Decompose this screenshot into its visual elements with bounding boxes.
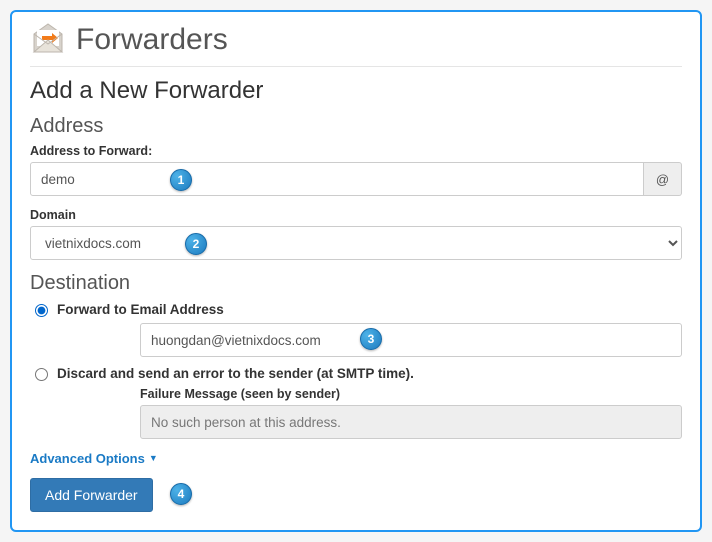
forward-email-radio[interactable]	[35, 304, 48, 317]
address-heading: Address	[30, 115, 682, 138]
advanced-options-label: Advanced Options	[30, 451, 145, 466]
discard-radio[interactable]	[35, 368, 48, 381]
forward-email-radio-row: Forward to Email Address	[30, 301, 682, 317]
address-to-forward-label: Address to Forward:	[30, 144, 682, 158]
section-subtitle: Add a New Forwarder	[30, 77, 682, 105]
at-sign-addon: @	[644, 162, 682, 196]
advanced-options-toggle[interactable]: Advanced Options ▼	[30, 451, 158, 466]
address-to-forward-field: Address to Forward: @ 1	[30, 144, 682, 196]
destination-heading: Destination	[30, 272, 682, 295]
forward-email-radio-label: Forward to Email Address	[57, 302, 224, 317]
forward-email-block: 3	[140, 323, 682, 357]
envelope-icon	[30, 22, 66, 58]
address-to-forward-input[interactable]	[30, 162, 644, 196]
domain-field: Domain vietnixdocs.com 2	[30, 208, 682, 260]
caret-down-icon: ▼	[149, 454, 158, 463]
domain-label: Domain	[30, 208, 682, 222]
forward-email-input[interactable]	[140, 323, 682, 357]
add-forwarder-button[interactable]: Add Forwarder	[30, 478, 153, 512]
panel-header: Forwarders	[30, 22, 682, 58]
failure-message-label: Failure Message (seen by sender)	[140, 387, 682, 401]
domain-select[interactable]: vietnixdocs.com	[30, 226, 682, 260]
page-title: Forwarders	[76, 23, 228, 57]
discard-radio-row: Discard and send an error to the sender …	[30, 365, 682, 381]
discard-radio-label: Discard and send an error to the sender …	[57, 366, 414, 381]
failure-message-input	[140, 405, 682, 439]
divider	[30, 66, 682, 67]
failure-message-block: Failure Message (seen by sender)	[140, 387, 682, 439]
annotation-marker-4: 4	[170, 483, 192, 505]
forwarders-panel: Forwarders Add a New Forwarder Address A…	[10, 10, 702, 532]
